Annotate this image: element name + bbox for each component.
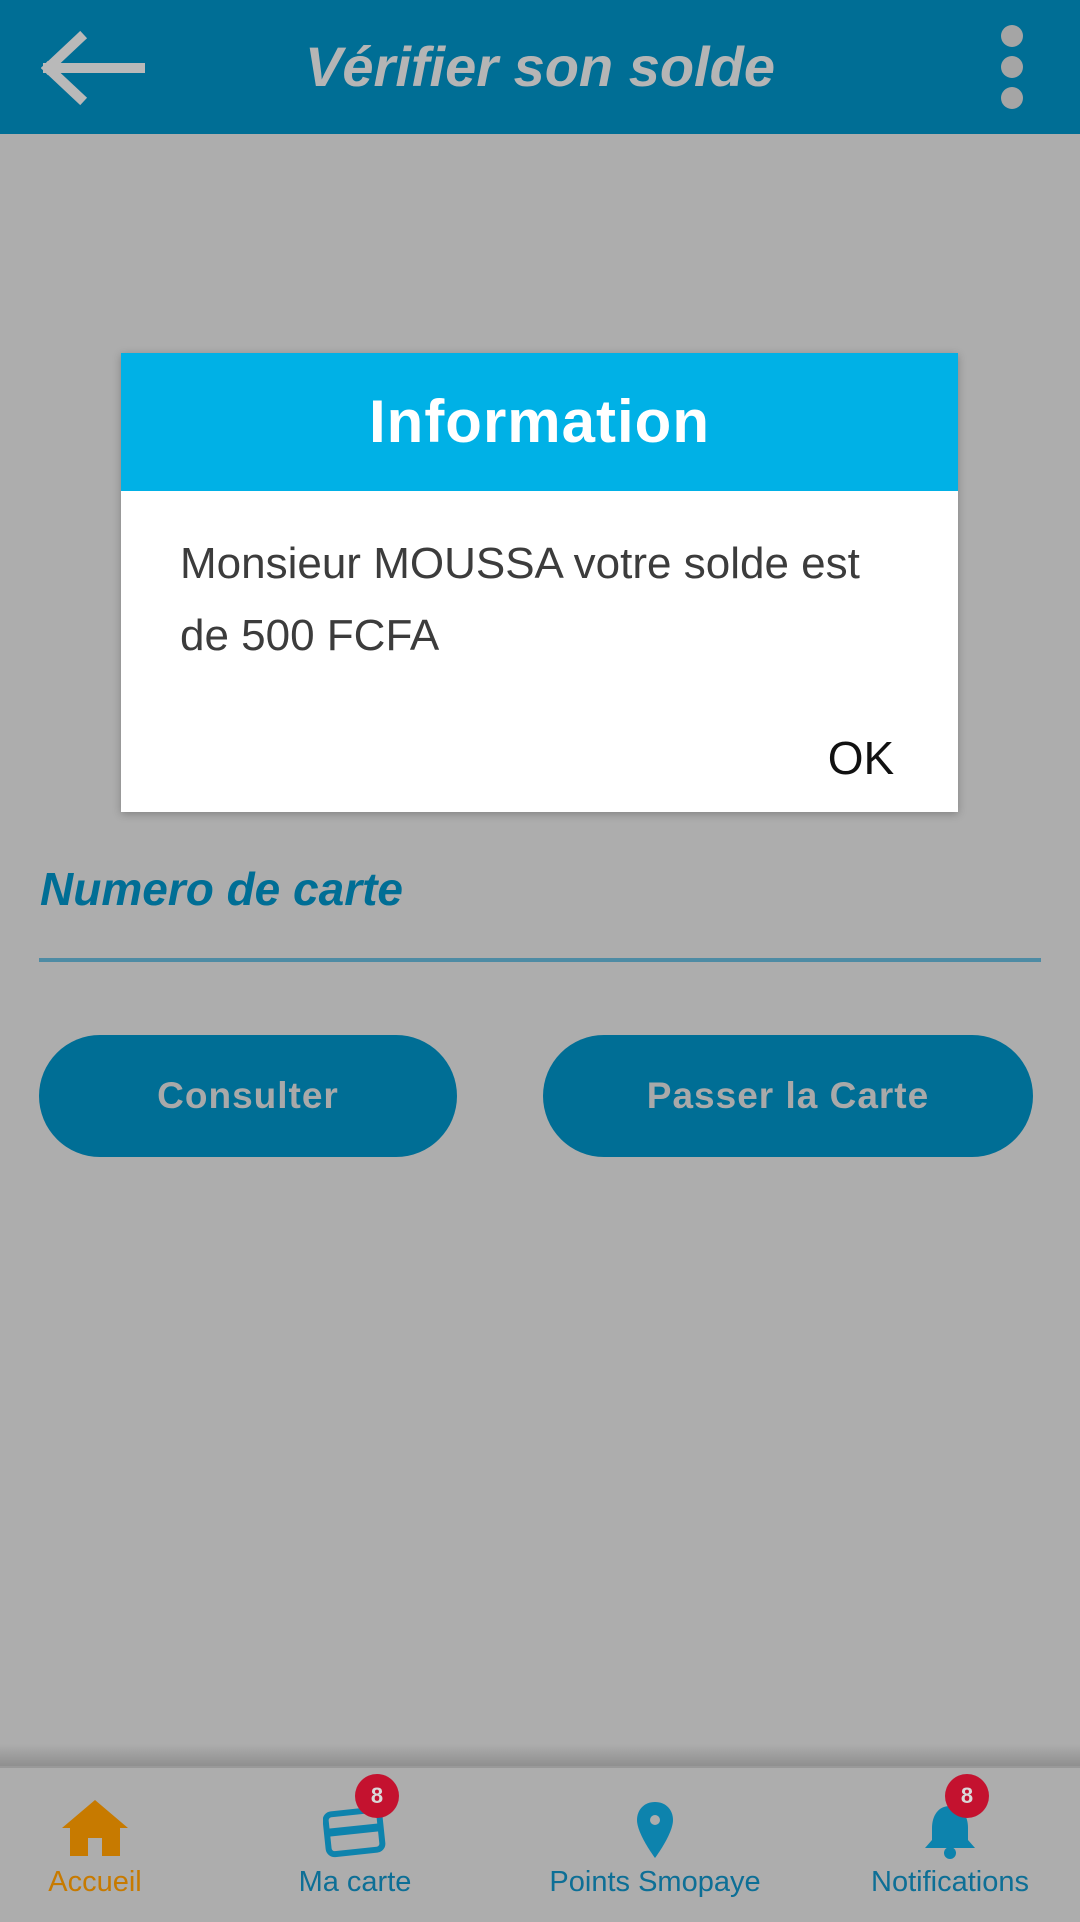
page-title: Vérifier son solde: [305, 35, 775, 98]
swipe-card-button[interactable]: Passer la Carte: [543, 1035, 1033, 1157]
ma-carte-badge: 8: [355, 1774, 399, 1818]
map-pin-icon: [637, 1802, 673, 1858]
arrow-left-icon: [40, 30, 145, 106]
ok-button[interactable]: OK: [801, 723, 921, 793]
information-dialog: Information Monsieur MOUSSA votre solde …: [121, 353, 958, 812]
back-button[interactable]: [40, 30, 150, 106]
home-icon: [62, 1800, 128, 1856]
nav-label-ma-carte: Ma carte: [298, 1866, 412, 1898]
app-bar: Vérifier son solde: [0, 0, 1080, 134]
nav-label-points-smopaye: Points Smopaye: [549, 1866, 761, 1898]
consult-button[interactable]: Consulter: [39, 1035, 457, 1157]
nav-item-notifications[interactable]: 8 Notifications: [860, 1768, 1040, 1922]
nav-item-ma-carte[interactable]: 8 Ma carte: [280, 1768, 430, 1922]
bottom-navigation: Accueil 8 Ma carte Points Smopaye 8 Noti…: [0, 1766, 1080, 1922]
card-number-underline: [39, 958, 1041, 962]
nav-label-accueil: Accueil: [48, 1866, 142, 1898]
dialog-title: Information: [121, 353, 958, 491]
bottom-nav-shadow: [0, 1744, 1080, 1766]
more-vertical-icon: [1001, 25, 1023, 109]
card-number-field[interactable]: Numero de carte: [40, 862, 403, 916]
notifications-badge: 8: [945, 1774, 989, 1818]
nav-item-points-smopaye[interactable]: Points Smopaye: [545, 1768, 765, 1922]
nav-item-accueil[interactable]: Accueil: [20, 1768, 170, 1922]
overflow-menu-button[interactable]: [990, 24, 1034, 114]
nav-label-notifications: Notifications: [871, 1866, 1029, 1898]
dialog-message: Monsieur MOUSSA votre solde est de 500 F…: [180, 539, 860, 660]
